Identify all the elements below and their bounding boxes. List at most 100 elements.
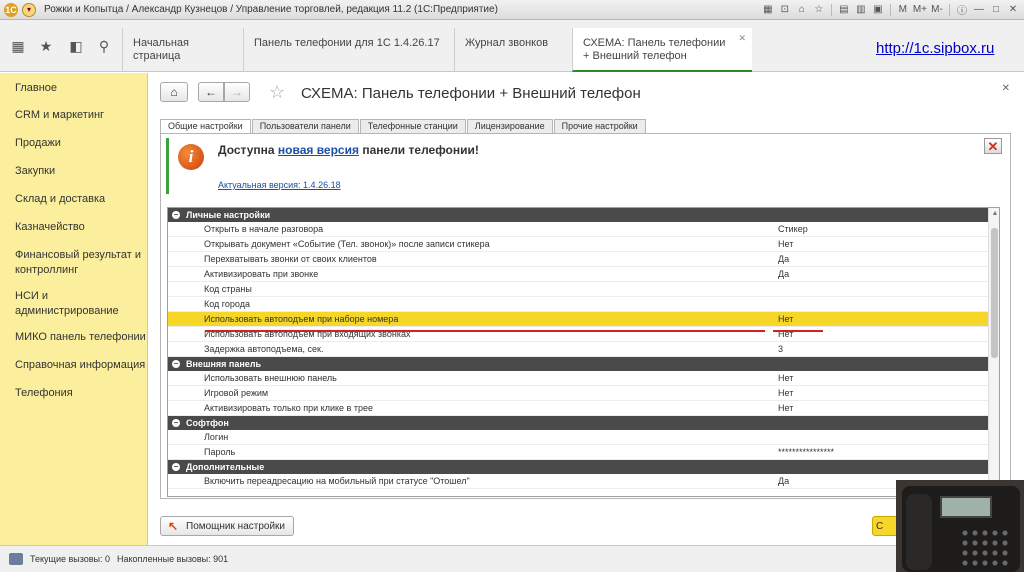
tab-other-settings[interactable]: Прочие настройки [553, 119, 646, 133]
star-icon[interactable]: ★ [36, 36, 56, 56]
main-menu-icon[interactable]: ▾ [22, 2, 36, 17]
param-value[interactable]: Нет [778, 237, 793, 251]
table-row[interactable]: Игровой режим Нет [168, 386, 988, 401]
form-tabs: Общие настройки Пользователи панели Теле… [160, 119, 647, 133]
table-row[interactable]: Пароль **************** [168, 445, 988, 460]
table-row[interactable]: Включить переадресацию на мобильный при … [168, 474, 988, 489]
phone-screen [940, 496, 992, 518]
sidebar-item-main[interactable]: Главное [15, 81, 57, 96]
notice-title: Доступна новая версия панели телефонии! [218, 143, 479, 157]
close-form-icon[interactable]: ✕ [1002, 83, 1010, 94]
sidebar-item-nsi[interactable]: НСИ и администрирование [15, 289, 143, 319]
table-row-selected[interactable]: Использовать автоподъем при наборе номер… [168, 312, 988, 327]
table-row[interactable]: Открыть в начале разговора Стикер [168, 222, 988, 237]
sidebar-item-miko[interactable]: МИКО панель телефонии [15, 330, 146, 345]
group-header-external-panel[interactable]: − Внешняя панель [168, 357, 988, 371]
close-window-icon[interactable]: ✕ [1006, 3, 1020, 17]
table-row[interactable]: Код города [168, 297, 988, 312]
param-value[interactable]: Нет [778, 371, 793, 385]
group-header-personal[interactable]: − Личные настройки [168, 208, 988, 222]
calendar-icon[interactable]: ▤ [837, 3, 851, 17]
phone-keypad [960, 528, 1010, 568]
tab-telephony-panel[interactable]: Панель телефонии для 1С 1.4.26.17 [243, 28, 454, 72]
calc-icon[interactable]: ▥ [854, 3, 868, 17]
sidebar-item-treasury[interactable]: Казначейство [15, 220, 85, 235]
minimize-icon[interactable]: — [972, 3, 986, 17]
link-icon[interactable]: ⊡ [778, 3, 792, 17]
param-value[interactable]: Нет [778, 386, 793, 400]
site-link[interactable]: http://1c.sipbox.ru [876, 40, 994, 57]
param-value[interactable]: 3 [778, 342, 783, 356]
tab-scheme[interactable]: СХЕМА: Панель телефонии + Внешний телефо… [572, 28, 752, 72]
close-icon[interactable]: ✕ [738, 32, 746, 45]
wizard-icon: ↖ [167, 519, 179, 533]
back-button[interactable]: ← [198, 82, 224, 102]
wizard-label: Помощник настройки [186, 520, 286, 532]
print-icon[interactable]: ▣ [871, 3, 885, 17]
memory-minus-button[interactable]: M- [930, 3, 944, 17]
current-version-link[interactable]: Актуальная версия: 1.4.26.18 [218, 180, 341, 190]
window-controls: ▦ ⊡ ⌂ ☆ ▤ ▥ ▣ M M+ M- ⓘ — □ ✕ [761, 3, 1024, 17]
param-value[interactable]: Да [778, 252, 789, 266]
collapse-icon[interactable]: − [172, 462, 180, 471]
sidebar-item-telephony[interactable]: Телефония [15, 386, 73, 401]
param-value[interactable]: Да [778, 267, 789, 281]
grid-icon[interactable]: ▦ [8, 36, 28, 56]
memory-plus-button[interactable]: M+ [913, 3, 927, 17]
grid-small-icon[interactable]: ▦ [761, 3, 775, 17]
home-button[interactable]: ⌂ [160, 82, 188, 102]
back-icon: ← [205, 85, 217, 99]
sidebar-item-crm[interactable]: CRM и маркетинг [15, 108, 104, 123]
param-value[interactable]: Да [778, 474, 789, 488]
table-row[interactable]: Логин [168, 430, 988, 445]
tab-licensing[interactable]: Лицензирование [466, 119, 553, 133]
collapse-icon[interactable]: − [172, 210, 180, 219]
param-name: Код города [204, 299, 250, 309]
table-scrollbar[interactable]: ▲ ▼ [988, 208, 999, 496]
info-small-icon[interactable]: ⓘ [955, 3, 969, 17]
table-row[interactable]: Код страны [168, 282, 988, 297]
sidebar-item-sales[interactable]: Продажи [15, 136, 61, 151]
tab-start-page[interactable]: Начальная страница [122, 28, 243, 72]
forward-button[interactable]: → [224, 82, 250, 102]
close-notice-button[interactable]: ✕ [984, 138, 1002, 154]
param-value[interactable]: Нет [778, 312, 793, 326]
setup-wizard-button[interactable]: ↖ Помощник настройки [160, 516, 294, 536]
annotation-underline [773, 330, 823, 332]
favorite-star-icon[interactable]: ☆ [269, 82, 285, 103]
table-row[interactable]: Активизировать при звонке Да [168, 267, 988, 282]
home-small-icon[interactable]: ⌂ [795, 3, 809, 17]
sidebar-item-finance[interactable]: Финансовый результат и контроллинг [15, 248, 143, 278]
sidebar-item-warehouse[interactable]: Склад и доставка [15, 192, 105, 207]
table-row[interactable]: Задержка автоподъема, сек. 3 [168, 342, 988, 357]
history-icon[interactable]: ◧ [66, 36, 86, 56]
param-value[interactable]: Стикер [778, 222, 808, 236]
scroll-up-icon[interactable]: ▲ [990, 210, 999, 217]
tab-phone-stations[interactable]: Телефонные станции [359, 119, 466, 133]
param-value[interactable]: Нет [778, 401, 793, 415]
star-small-icon[interactable]: ☆ [812, 3, 826, 17]
sidebar-item-reference[interactable]: Справочная информация [15, 358, 145, 373]
table-row[interactable]: Перехватывать звонки от своих клиентов Да [168, 252, 988, 267]
collapse-icon[interactable]: − [172, 418, 180, 427]
search-icon[interactable]: ⚲ [94, 36, 114, 56]
collapse-icon[interactable]: − [172, 359, 180, 368]
param-name: Активизировать только при клике в трее [204, 403, 373, 413]
memory-button[interactable]: M [896, 3, 910, 17]
param-name: Логин [204, 432, 229, 442]
table-row[interactable]: Активизировать только при клике в трее Не… [168, 401, 988, 416]
tab-panel-users[interactable]: Пользователи панели [251, 119, 359, 133]
new-version-link[interactable]: новая версия [278, 143, 359, 157]
param-value[interactable]: **************** [778, 445, 834, 459]
top-navigation: ▦ ★ ◧ ⚲ Начальная страница Панель телефо… [0, 20, 1024, 72]
update-notice: i Доступна новая версия панели телефонии… [166, 138, 1004, 198]
scroll-thumb[interactable] [991, 228, 998, 358]
group-header-softphone[interactable]: − Софтфон [168, 416, 988, 430]
maximize-icon[interactable]: □ [989, 3, 1003, 17]
group-header-additional[interactable]: − Дополнительные [168, 460, 988, 474]
tab-general-settings[interactable]: Общие настройки [160, 119, 251, 133]
sidebar-item-purchases[interactable]: Закупки [15, 164, 55, 179]
table-row[interactable]: Использовать внешнюю панель Нет [168, 371, 988, 386]
table-row[interactable]: Открывать документ «Событие (Тел. звонок… [168, 237, 988, 252]
tab-call-journal[interactable]: Журнал звонков [454, 28, 572, 72]
